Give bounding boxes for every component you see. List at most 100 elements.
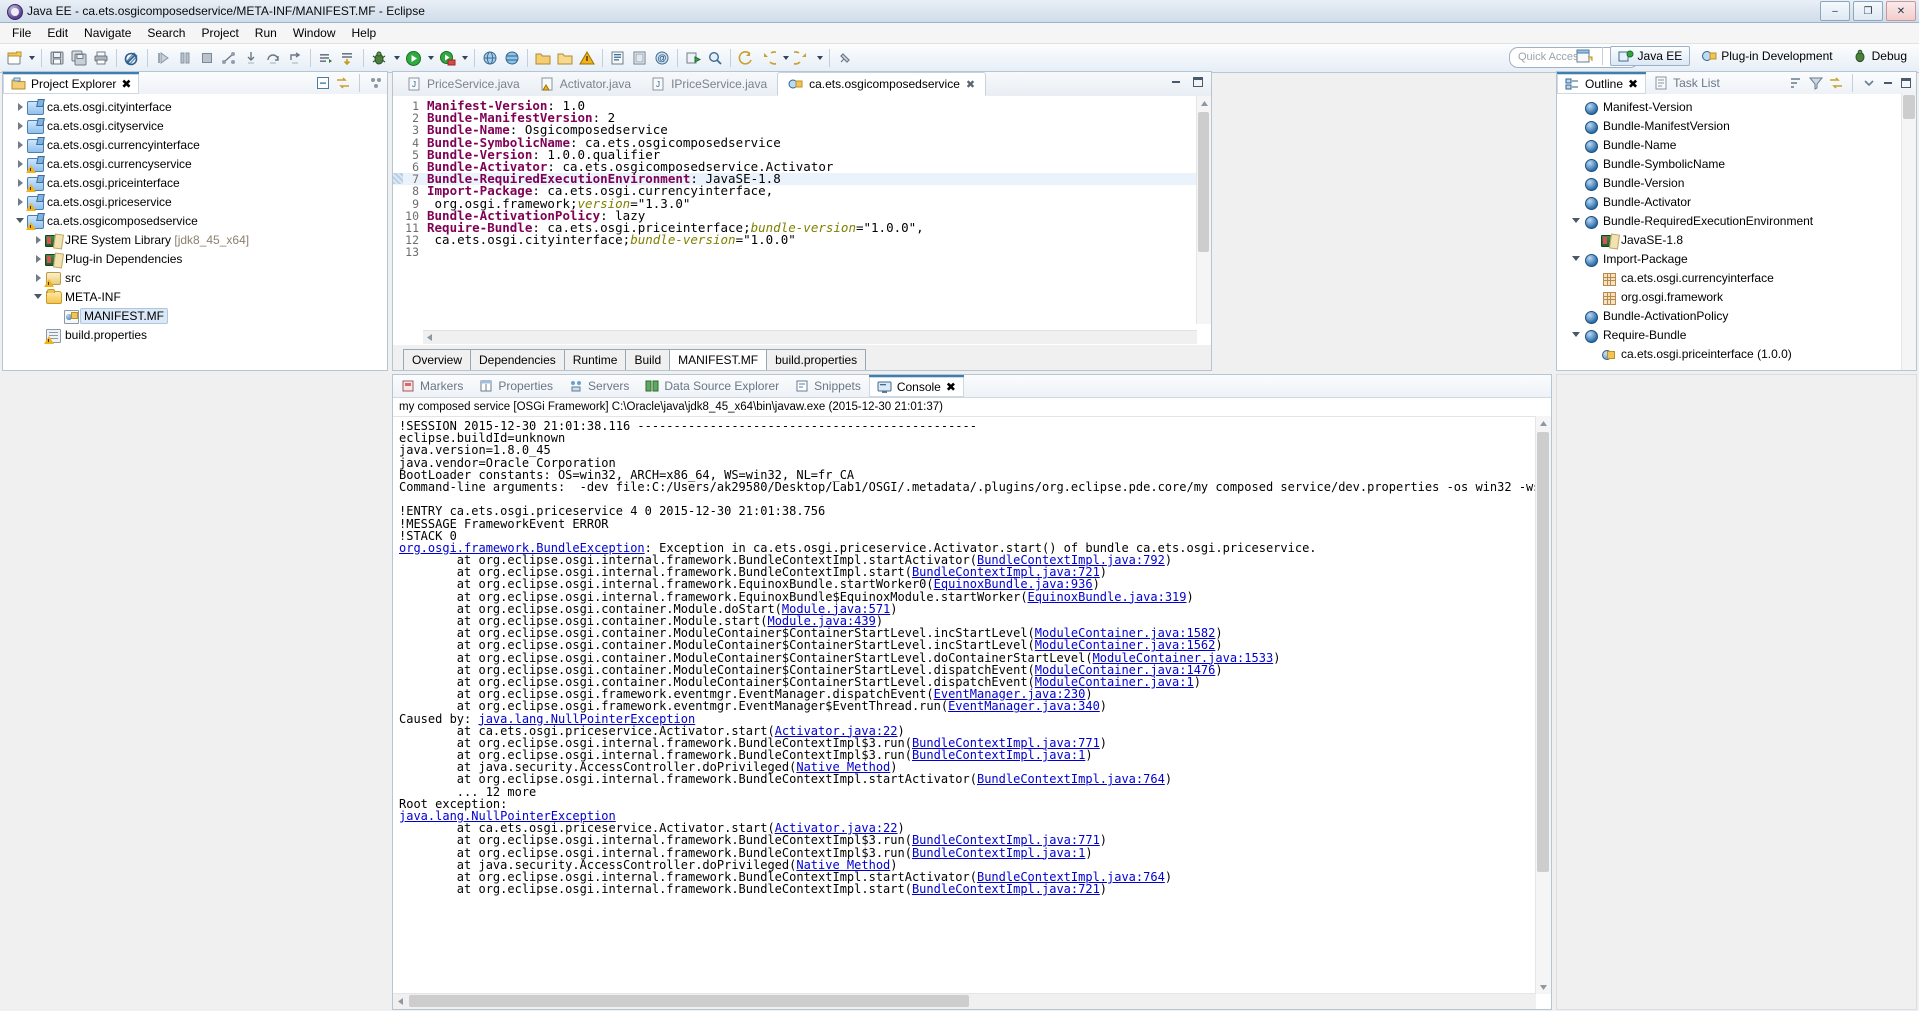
close-button[interactable]: ✕: [1886, 1, 1916, 21]
outline-tree-item[interactable]: Bundle-SymbolicName: [1557, 154, 1916, 173]
bottom-tab[interactable]: Markers: [393, 375, 471, 397]
outline-tree-item[interactable]: Bundle-ActivationPolicy: [1557, 306, 1916, 325]
project-tree-item[interactable]: Plug-in Dependencies: [3, 249, 387, 268]
form-tab[interactable]: Dependencies: [470, 349, 565, 370]
back-icon[interactable]: [757, 47, 779, 69]
console-stack-link[interactable]: BundleContextImpl.java:1: [912, 748, 1085, 762]
minimize-editor-icon[interactable]: [1169, 75, 1183, 89]
external-tools-dropdown-icon[interactable]: [458, 47, 470, 69]
run-icon[interactable]: [402, 47, 424, 69]
twisty-collapsed-icon[interactable]: [13, 102, 27, 111]
sort-icon[interactable]: [1788, 75, 1804, 91]
new-annotation-icon[interactable]: @: [651, 47, 673, 69]
console-stack-link[interactable]: BundleContextImpl.java:1: [912, 846, 1085, 860]
menu-item-project[interactable]: Project: [193, 24, 246, 42]
outline-tree-item[interactable]: Bundle-Activator: [1557, 192, 1916, 211]
form-tab[interactable]: Runtime: [563, 349, 627, 370]
collapse-all-icon[interactable]: [315, 75, 331, 91]
outline-tree-item[interactable]: JavaSE-1.8: [1557, 230, 1916, 249]
web-browser-icon[interactable]: [479, 47, 501, 69]
console-horizontal-scrollbar[interactable]: [393, 993, 1536, 1009]
view-menu-icon[interactable]: [368, 75, 384, 91]
editor-tab[interactable]: Activator.java: [530, 72, 641, 96]
view-menu-icon[interactable]: [1861, 75, 1877, 91]
outline-vertical-scrollbar[interactable]: [1901, 94, 1916, 370]
maximize-editor-icon[interactable]: [1191, 75, 1205, 89]
close-icon[interactable]: ✖: [121, 77, 131, 91]
twisty-expanded-icon[interactable]: [1569, 332, 1583, 337]
forward-icon[interactable]: [791, 47, 813, 69]
project-tree-item[interactable]: ca.ets.osgi.cityinterface: [3, 97, 387, 116]
maximize-view-icon[interactable]: [1899, 76, 1913, 90]
perspective-java-ee[interactable]: Java EE: [1609, 46, 1691, 66]
console-body[interactable]: my composed service [OSGi Framework] C:\…: [393, 400, 1551, 1009]
previous-edit-icon[interactable]: [735, 47, 757, 69]
outline-tree-item[interactable]: Bundle-ManifestVersion: [1557, 116, 1916, 135]
project-tree-item[interactable]: ca.ets.osgi.currencyinterface: [3, 135, 387, 154]
disconnect-icon[interactable]: [218, 47, 240, 69]
run-last-tool-icon[interactable]: [682, 47, 704, 69]
outline-tree-item[interactable]: Bundle-RequiredExecutionEnvironment: [1557, 211, 1916, 230]
step-return-icon[interactable]: [284, 47, 306, 69]
next-annotation-icon[interactable]: [315, 47, 337, 69]
console-vertical-scrollbar[interactable]: [1535, 416, 1551, 994]
twisty-collapsed-icon[interactable]: [13, 121, 27, 130]
project-explorer-body[interactable]: ca.ets.osgi.cityinterface ca.ets.osgi.cit…: [3, 94, 387, 370]
forward-dropdown-icon[interactable]: [813, 47, 825, 69]
outline-tree-item[interactable]: Manifest-Version: [1557, 97, 1916, 116]
maximize-button[interactable]: ❐: [1853, 1, 1883, 21]
outline-tab[interactable]: Task List: [1646, 72, 1728, 94]
close-icon[interactable]: ✖: [1628, 77, 1638, 91]
outline-tab[interactable]: Outline ✖: [1557, 72, 1647, 94]
menu-item-help[interactable]: Help: [344, 24, 385, 42]
save-icon[interactable]: [46, 47, 68, 69]
debug-dropdown-icon[interactable]: [390, 47, 402, 69]
new-java-class-icon[interactable]: [607, 47, 629, 69]
close-icon[interactable]: ✖: [946, 380, 956, 394]
terminate-icon[interactable]: [196, 47, 218, 69]
form-tab[interactable]: MANIFEST.MF: [669, 349, 768, 370]
menu-item-search[interactable]: Search: [139, 24, 193, 42]
editor-tab[interactable]: J IPriceService.java: [641, 72, 777, 96]
outline-tree-item[interactable]: Import-Package: [1557, 249, 1916, 268]
twisty-expanded-icon[interactable]: [13, 218, 27, 223]
run-external-tools-icon[interactable]: [436, 47, 458, 69]
twisty-expanded-icon[interactable]: [1569, 256, 1583, 261]
warning-icon[interactable]: [576, 47, 598, 69]
suspend-icon[interactable]: [174, 47, 196, 69]
editor-horizontal-scrollbar[interactable]: [423, 330, 1197, 344]
scroll-up-icon[interactable]: [1536, 416, 1550, 430]
console-stack-link[interactable]: BundleContextImpl.java:764: [977, 772, 1165, 786]
step-into-icon[interactable]: [240, 47, 262, 69]
form-tab[interactable]: build.properties: [766, 349, 867, 370]
back-dropdown-icon[interactable]: [779, 47, 791, 69]
close-icon[interactable]: ✖: [966, 78, 975, 91]
scroll-down-icon[interactable]: [1536, 980, 1550, 994]
outline-tree-item[interactable]: ca.ets.osgi.currencyinterface: [1557, 268, 1916, 287]
link-with-editor-icon[interactable]: [1828, 75, 1844, 91]
manifest-source-editor[interactable]: 1 Manifest-Version: 1.0 2 Bundle-ManifestVe…: [393, 96, 1211, 324]
project-tree-item[interactable]: src: [3, 268, 387, 287]
twisty-collapsed-icon[interactable]: [31, 273, 45, 282]
open-perspective-globe-icon[interactable]: [501, 47, 523, 69]
last-edit-icon[interactable]: [337, 47, 359, 69]
menu-item-run[interactable]: Run: [247, 24, 285, 42]
console-stack-link[interactable]: EventManager.java:340: [948, 699, 1100, 713]
bottom-tab[interactable]: Properties: [471, 375, 561, 397]
twisty-collapsed-icon[interactable]: [13, 178, 27, 187]
outline-tree-item[interactable]: Require-Bundle: [1557, 325, 1916, 344]
form-tab[interactable]: Overview: [403, 349, 472, 370]
link-with-editor-icon[interactable]: [335, 75, 351, 91]
twisty-collapsed-icon[interactable]: [13, 140, 27, 149]
outline-tree-item[interactable]: Bundle-Version: [1557, 173, 1916, 192]
outline-tree-item[interactable]: org.osgi.framework: [1557, 287, 1916, 306]
no-edit-icon[interactable]: [121, 47, 143, 69]
open-folder-2-icon[interactable]: [554, 47, 576, 69]
outline-tree-item[interactable]: Bundle-Name: [1557, 135, 1916, 154]
tab-project-explorer[interactable]: Project Explorer ✖: [3, 72, 140, 94]
new-icon[interactable]: [3, 47, 25, 69]
project-tree-item[interactable]: ca.ets.osgicomposedservice: [3, 211, 387, 230]
scroll-left-icon[interactable]: [423, 331, 436, 344]
open-perspective-button[interactable]: [1573, 46, 1595, 66]
horizontal-scroll-thumb[interactable]: [409, 995, 969, 1007]
